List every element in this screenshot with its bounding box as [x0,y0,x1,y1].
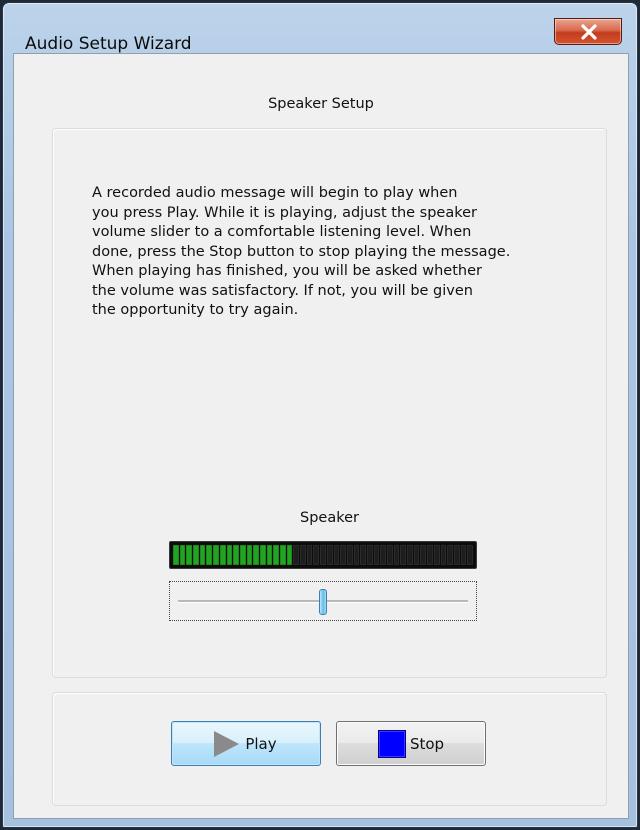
meter-segment [366,545,373,565]
meter-segment [300,545,306,565]
meter-segment [273,545,279,565]
meter-segment [393,545,400,565]
meter-segment [179,545,186,565]
meter-segment [173,545,179,565]
stop-button[interactable]: Stop [336,721,486,766]
meter-segment [213,545,219,565]
title-bar[interactable]: Audio Setup Wizard [3,3,637,54]
meter-segment [447,545,453,565]
meter-segment [226,545,233,565]
meter-segment [259,545,266,565]
meter-segment [186,545,193,565]
meter-segment [460,545,467,565]
meter-segment [326,545,333,565]
page-heading: Speaker Setup [268,96,374,112]
playback-controls-panel: Play Stop [52,692,607,806]
meter-segment [193,545,199,565]
meter-segment [387,545,393,565]
dialog-client-area: Speaker Setup A recorded audio message w… [13,53,629,819]
meter-segment [380,545,386,565]
close-icon [581,24,597,40]
meter-segment [286,545,293,565]
meter-segment [280,545,286,565]
meter-segment [320,545,326,565]
meter-segment [219,545,226,565]
meter-segment [420,545,427,565]
stop-button-label: Stop [409,734,445,753]
meter-segment [373,545,380,565]
meter-segment [400,545,407,565]
play-button[interactable]: Play [171,721,321,766]
meter-segment [206,545,213,565]
meter-segment [306,545,313,565]
meter-segment [333,545,340,565]
audio-setup-wizard-window: Audio Setup Wizard Speaker Setup A recor… [2,2,638,828]
meter-segment [266,545,273,565]
meter-segment [346,545,353,565]
meter-segment [467,545,473,565]
close-button[interactable] [554,18,622,45]
meter-segment [246,545,253,565]
speaker-volume-slider[interactable] [169,581,477,621]
meter-segment [433,545,440,565]
play-button-label: Play [245,734,277,753]
meter-segment [340,545,346,565]
meter-segment [293,545,300,565]
play-icon [214,730,240,757]
stop-icon [377,729,406,758]
meter-segment [440,545,447,565]
instructions-text: A recorded audio message will begin to p… [92,185,511,318]
speaker-level-meter [169,541,477,569]
speaker-label: Speaker [300,510,359,526]
speaker-setup-panel: A recorded audio message will begin to p… [52,128,607,678]
meter-segment [199,545,206,565]
meter-segment [427,545,433,565]
meter-segment [360,545,366,565]
meter-segment [313,545,320,565]
meter-segment [233,545,239,565]
meter-segment [413,545,420,565]
meter-segment [353,545,360,565]
meter-segment [407,545,413,565]
meter-segment [239,545,246,565]
meter-segment [453,545,460,565]
window-title: Audio Setup Wizard [25,34,192,54]
slider-thumb[interactable] [319,589,327,615]
meter-segment [253,545,259,565]
